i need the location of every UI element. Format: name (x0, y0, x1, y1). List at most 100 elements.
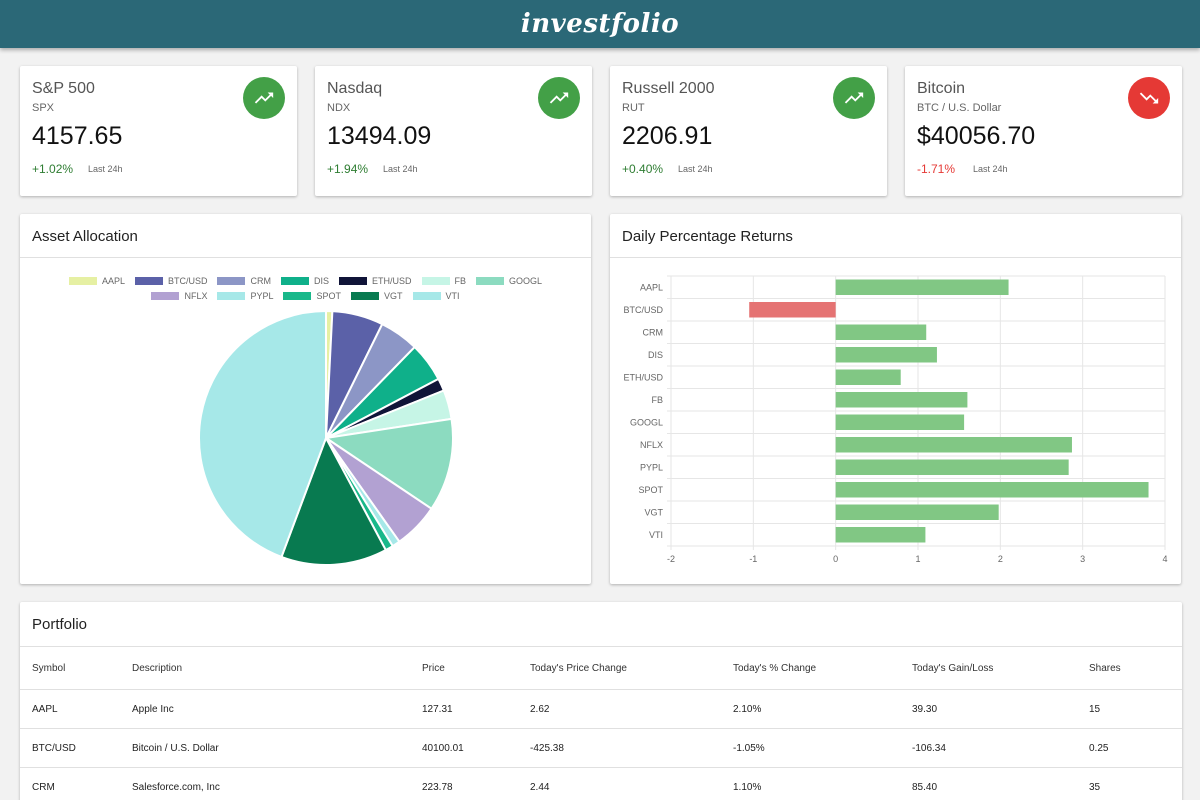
table-row[interactable]: BTC/USD Bitcoin / U.S. Dollar 40100.01 -… (20, 728, 1182, 768)
ticker-change: +0.40% (622, 162, 664, 176)
cell-gain-loss: 39.30 (912, 689, 1089, 729)
daily-returns-panel: Daily Percentage Returns AAPL BTC/USD CRM D… (610, 214, 1181, 584)
column-header-shares[interactable]: Shares (1089, 646, 1182, 690)
column-header-gain-loss[interactable]: Today's Gain/Loss (912, 646, 1089, 690)
x-tick-label: 2 (998, 554, 1003, 564)
cell-percent-change: 1.10% (733, 767, 912, 800)
category-label: CRM (643, 327, 664, 337)
ticker-symbol: SPX (32, 102, 55, 114)
ticker-name: Bitcoin (917, 80, 966, 97)
table-row[interactable]: AAPL Apple Inc 127.31 2.62 2.10% 39.30 1… (20, 689, 1182, 729)
asset-allocation-panel: Asset Allocation AAPL BTC/USD CRM DIS ETH/US… (20, 214, 591, 584)
bar-vti[interactable] (835, 527, 926, 543)
ticker-change: +1.94% (327, 162, 369, 176)
cell-price-change: -425.38 (530, 728, 733, 768)
cell-symbol: AAPL (20, 689, 132, 729)
ticker-name: S&P 500 (32, 80, 95, 97)
x-tick-label: 3 (1080, 554, 1085, 564)
column-header-description[interactable]: Description (132, 646, 422, 690)
bar-nflx[interactable] (835, 437, 1072, 453)
ticker-period: Last 24h (973, 164, 1008, 174)
bar-vgt[interactable] (835, 504, 999, 521)
ticker-period: Last 24h (678, 164, 713, 174)
ticker-card-bitcoin: Bitcoin BTC / U.S. Dollar $40056.70 -1.7… (905, 66, 1182, 196)
table-row[interactable]: CRM Salesforce.com, Inc 223.78 2.44 1.10… (20, 767, 1182, 800)
ticker-card-sp500: S&P 500 SPX 4157.65 +1.02% Last 24h (20, 66, 297, 196)
x-tick-label: 4 (1162, 554, 1167, 564)
column-header-percent-change[interactable]: Today's % Change (733, 646, 912, 690)
table-header-row: Symbol Description Price Today's Price C… (20, 646, 1182, 690)
portfolio-table: Symbol Description Price Today's Price C… (20, 646, 1182, 800)
ticker-value: 13494.09 (327, 122, 432, 150)
cell-description: Bitcoin / U.S. Dollar (132, 728, 422, 768)
trending-down-icon (1128, 77, 1170, 119)
ticker-symbol: NDX (327, 102, 351, 114)
cell-gain-loss: 85.40 (912, 767, 1089, 800)
category-label: VTI (649, 530, 663, 540)
category-label: ETH/USD (623, 372, 663, 382)
top-app-bar: investfolio (0, 0, 1200, 48)
app-logo[interactable]: investfolio (521, 9, 679, 39)
cell-description: Salesforce.com, Inc (132, 767, 422, 800)
bar-aapl[interactable] (835, 279, 1009, 296)
ticker-symbol: BTC / U.S. Dollar (917, 102, 1002, 114)
category-label: AAPL (640, 282, 663, 292)
trending-up-icon (833, 77, 875, 119)
ticker-card-nasdaq: Nasdaq NDX 13494.09 +1.94% Last 24h (315, 66, 592, 196)
cell-shares: 0.25 (1089, 728, 1182, 768)
trending-up-icon (243, 77, 285, 119)
cell-percent-change: 2.10% (733, 689, 912, 729)
cell-price-change: 2.62 (530, 689, 733, 729)
cell-price: 223.78 (422, 767, 530, 800)
cell-price: 127.31 (422, 689, 530, 729)
cell-price: 40100.01 (422, 728, 530, 768)
returns-bar-chart: AAPL BTC/USD CRM DIS ETH/USD FB GOOGL NFLX PYPL S… (623, 275, 1168, 564)
bar-pypl[interactable] (835, 459, 1069, 476)
x-tick-label: 1 (915, 554, 920, 564)
portfolio-panel: Portfolio Symbol Description Price Today… (20, 602, 1182, 800)
x-tick-label: -1 (749, 554, 757, 564)
category-label: SPOT (638, 485, 663, 495)
ticker-value: 2206.91 (622, 122, 713, 150)
cell-symbol: CRM (20, 767, 132, 800)
trending-up-icon (538, 77, 580, 119)
category-label: PYPL (640, 462, 663, 472)
category-label: NFLX (640, 440, 663, 450)
cell-price-change: 2.44 (530, 767, 733, 800)
ticker-value: 4157.65 (32, 122, 123, 150)
cell-description: Apple Inc (132, 689, 422, 729)
bar-googl[interactable] (835, 414, 965, 431)
category-label: DIS (648, 350, 663, 360)
x-tick-label: 0 (833, 554, 838, 564)
cell-percent-change: -1.05% (733, 728, 912, 768)
ticker-name: Nasdaq (327, 80, 383, 97)
ticker-change: +1.02% (32, 162, 74, 176)
bar-btc-usd[interactable] (749, 302, 836, 318)
column-header-price-change[interactable]: Today's Price Change (530, 646, 733, 690)
column-header-symbol[interactable]: Symbol (20, 646, 132, 690)
bar-fb[interactable] (835, 392, 968, 408)
panel-title: Portfolio (32, 616, 88, 633)
category-label: FB (651, 395, 663, 405)
cell-shares: 15 (1089, 689, 1182, 729)
bar-dis[interactable] (835, 347, 937, 363)
x-tick-label: -2 (667, 554, 675, 564)
ticker-symbol: RUT (622, 102, 645, 114)
ticker-change: -1.71% (917, 162, 956, 176)
allocation-pie-chart (198, 309, 454, 566)
ticker-card-russell: Russell 2000 RUT 2206.91 +0.40% Last 24h (610, 66, 887, 196)
category-label: GOOGL (630, 417, 663, 427)
category-label: BTC/USD (623, 305, 663, 315)
column-header-price[interactable]: Price (422, 646, 530, 690)
ticker-name: Russell 2000 (622, 80, 715, 97)
cell-shares: 35 (1089, 767, 1182, 800)
cell-symbol: BTC/USD (20, 728, 132, 768)
ticker-period: Last 24h (383, 164, 418, 174)
category-label: VGT (644, 507, 663, 517)
bar-eth-usd[interactable] (835, 369, 901, 386)
bar-crm[interactable] (835, 324, 927, 341)
ticker-period: Last 24h (88, 164, 123, 174)
ticker-value: $40056.70 (917, 122, 1036, 150)
bar-spot[interactable] (835, 482, 1149, 498)
cell-gain-loss: -106.34 (912, 728, 1089, 768)
